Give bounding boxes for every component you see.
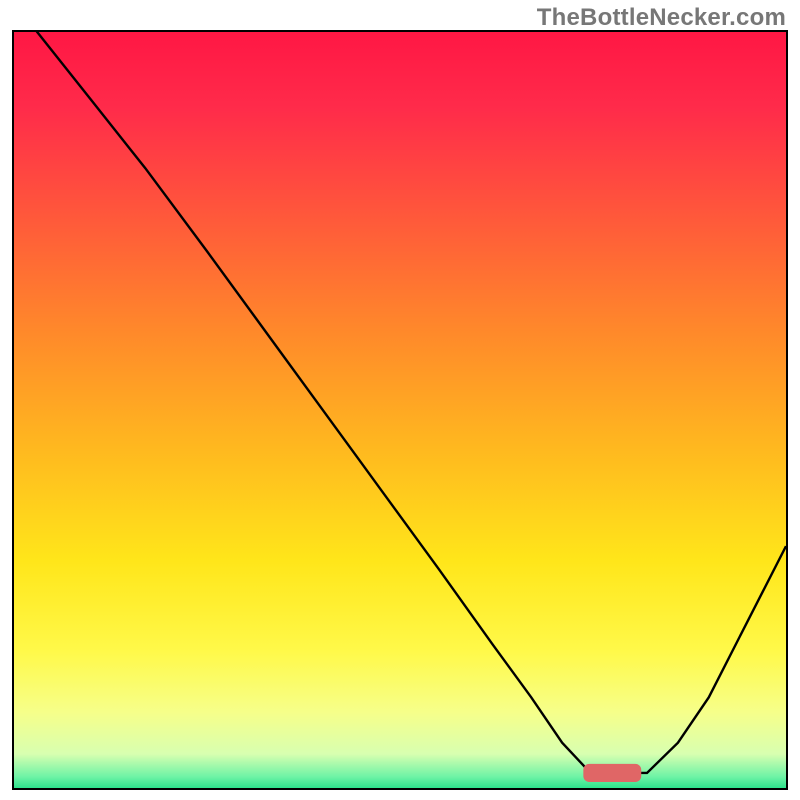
chart-container: TheBottleNecker.com <box>0 0 800 800</box>
chart-svg <box>14 32 786 788</box>
plot-frame <box>12 30 788 790</box>
watermark-text: TheBottleNecker.com <box>537 4 786 32</box>
gradient-background <box>14 32 786 788</box>
optimal-zone-marker <box>583 764 641 782</box>
